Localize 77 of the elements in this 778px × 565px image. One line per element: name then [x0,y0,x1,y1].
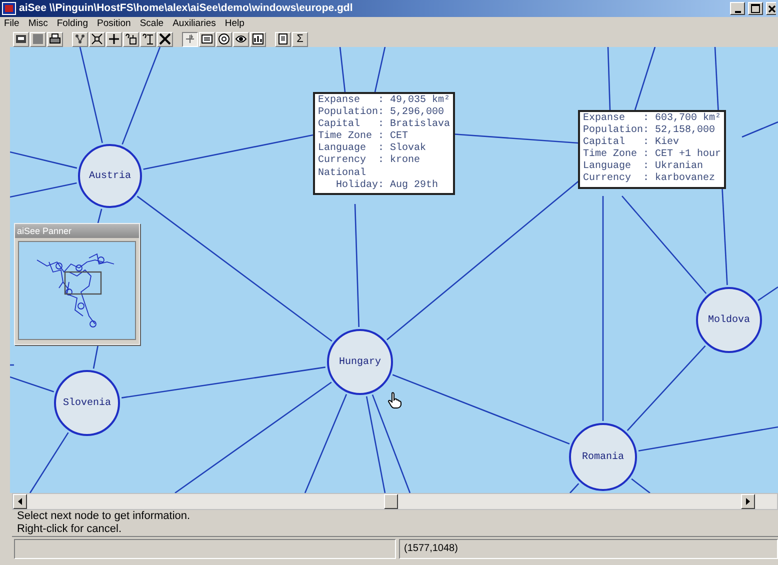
edge-line [742,121,778,138]
edge-line [374,47,386,92]
circle-icon [218,33,230,45]
menu-item[interactable]: Position [97,16,131,32]
info-line: Holiday: Aug 29th [335,180,440,192]
window-icon [15,33,27,45]
info-line: Time Zone : CET [318,131,410,142]
edge-line [631,478,650,493]
edge-line [29,432,69,493]
message-text: Right-click for cancel. [17,523,123,536]
menu-item[interactable]: Auxiliaries [172,16,216,32]
app-icon [2,2,16,15]
hand-cursor-icon [387,392,403,409]
edge-line [570,483,580,493]
maximize-button[interactable] [748,2,763,15]
message-text: Select next node to get information. [17,510,192,523]
info-line: Language : Slovak [318,143,428,154]
printer-icon [49,33,61,45]
window-title: aiSee \\Pinguin\HostFS\home\alex\aiSee\demo\windows\europe.gdl [19,0,353,16]
shrink-icon [159,33,171,45]
question-icon [142,33,154,45]
info-line: Language : Ukranian [583,161,704,172]
card-icon [201,33,213,45]
edge-line [10,364,14,366]
menu-item[interactable]: Misc [28,16,48,32]
page-icon [277,33,289,45]
edge-line [339,47,346,92]
chart-icon [252,33,264,45]
nodes-icon [74,33,86,45]
edge-line [10,151,78,169]
menu-item[interactable]: Folding [56,16,88,32]
menu-item[interactable]: Help [224,16,244,32]
info-line: Population: 52,158,000 [583,125,716,136]
square-icon [32,33,44,45]
edge-line [10,182,77,198]
left-arrow-icon [18,498,22,505]
edge-line [10,376,54,392]
toolbar-button[interactable]: Σ [292,32,308,46]
edge-line [97,208,102,224]
info-line: Time Zone : CET +1 hour [583,149,722,160]
question-icon [125,33,137,45]
graph-node[interactable]: Hungary [327,329,393,395]
edge-line [758,286,778,301]
edge-line [634,47,656,110]
scroll-left-button[interactable] [13,494,27,509]
right-arrow-icon [746,498,750,505]
scrollbar-thumb[interactable] [384,494,398,509]
close-button[interactable] [766,2,776,15]
info-line: Capital : Bratislava [318,119,450,130]
menu-item[interactable]: File [4,16,20,32]
info-line: Expanse : 603,700 km² [583,113,722,124]
info-line: Currency : krone [318,155,422,168]
cursor-icon [184,33,196,45]
horizontal-scrollbar[interactable] [12,493,778,510]
maximize-icon [751,4,760,13]
graph-node[interactable]: Slovenia [54,370,120,436]
minimize-icon [734,10,740,12]
graph-node[interactable]: Romania [569,423,637,491]
scroll-right-button[interactable] [741,494,755,509]
panner-title: aiSee Panner [15,224,139,238]
plus-icon [108,33,120,45]
graph-node[interactable]: Moldova [696,287,762,353]
expand-icon [91,33,103,45]
eye-icon [235,33,247,45]
menu-item[interactable]: Scale [140,16,164,32]
edge-line [607,47,611,110]
info-line: Expanse : 49,035 km² [318,95,450,106]
info-line: Population: 5,296,000 [318,107,446,118]
minimize-button[interactable] [730,2,745,15]
close-icon [768,4,776,12]
toolbar-button[interactable] [182,32,198,46]
info-line: National [318,168,368,180]
graph-node[interactable]: Austria [78,144,142,208]
status-panel: (1577,1048) [399,539,778,559]
info-line: Capital : Kiev [583,137,680,148]
edge-line [92,344,99,369]
info-line: Currency : karbovanez [583,173,716,186]
